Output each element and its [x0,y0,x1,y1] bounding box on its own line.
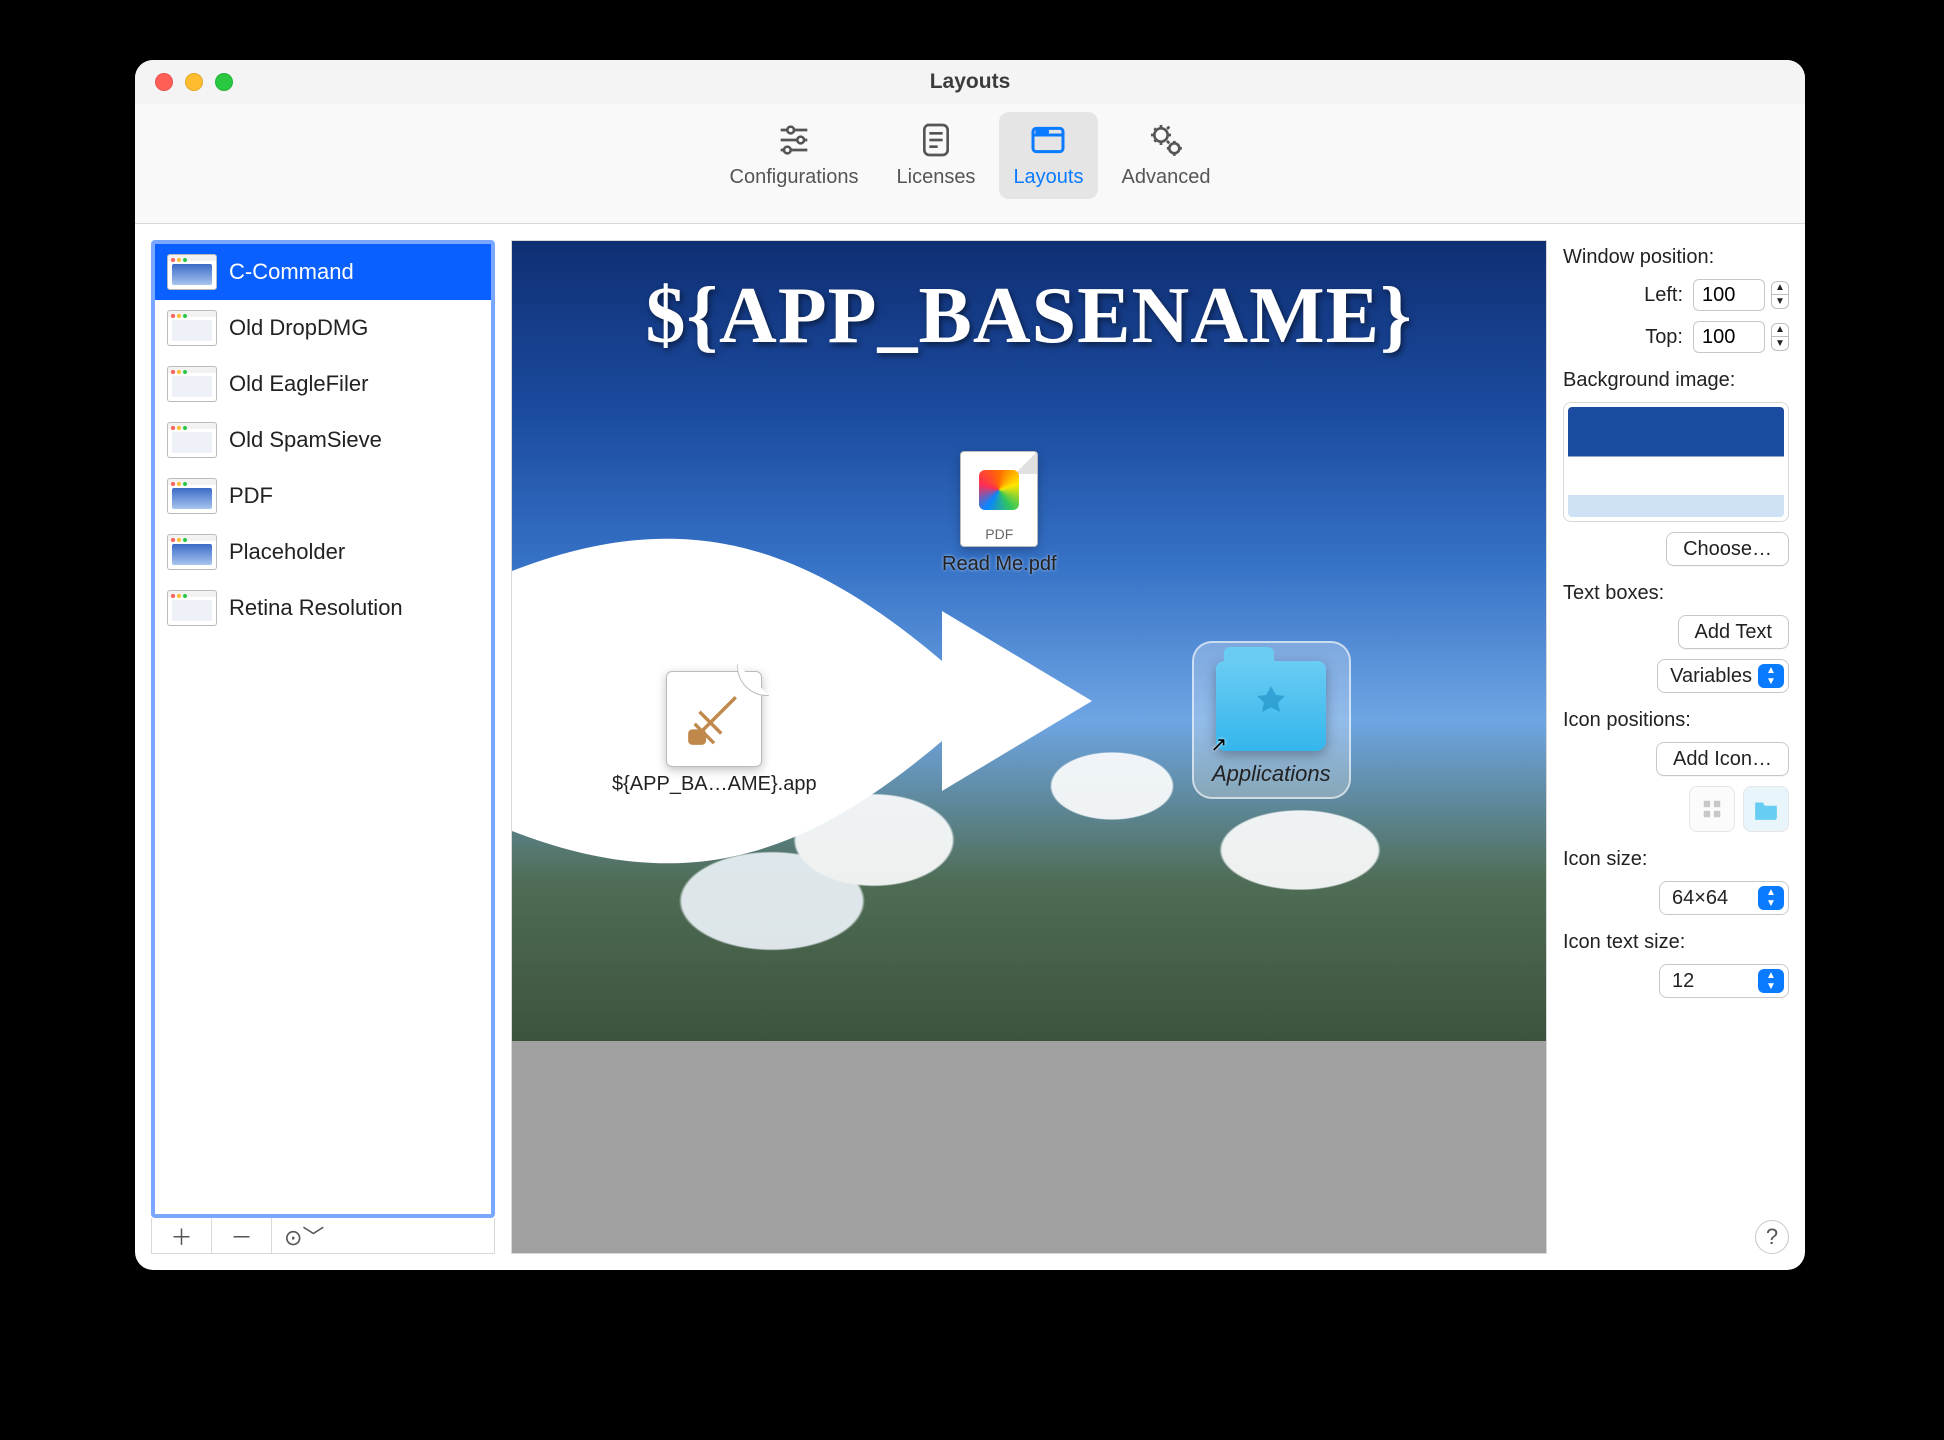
text-boxes-label: Text boxes: [1563,582,1789,605]
layout-item-c-command[interactable]: C-Command [155,244,491,300]
minus-icon: － [230,1220,252,1252]
layout-thumb-icon [167,422,217,458]
layout-item-label: Old SpamSieve [229,427,382,453]
tab-label: Licenses [897,166,976,189]
app-glyph-icon [666,671,762,767]
app-icon-item[interactable]: ${APP_BA…AME}.app [612,671,817,796]
layout-item-label: Placeholder [229,539,345,565]
layout-item-label: Old DropDMG [229,315,368,341]
background-image-well[interactable] [1563,402,1789,522]
chevron-updown-icon: ▲▼ [1758,664,1784,688]
content-area: C-Command Old DropDMG Old EagleFiler Old… [135,224,1805,1270]
inspector-panel: Window position: Left: ▲▼ Top: ▲▼ Backgr… [1563,240,1789,1254]
left-stepper[interactable]: ▲▼ [1771,281,1789,309]
window-title: Layouts [135,70,1805,94]
layout-item-old-spamsieve[interactable]: Old SpamSieve [155,412,491,468]
gears-icon [1144,118,1188,162]
action-menu-icon: ⊙﹀ [284,1220,324,1252]
document-scroll-icon [914,118,958,162]
layout-item-label: C-Command [229,259,354,285]
icon-slot-grid[interactable] [1689,786,1735,832]
layout-thumb-icon [167,310,217,346]
icon-text-size-label: Icon text size: [1563,931,1789,954]
icon-slot-folder[interactable] [1743,786,1789,832]
icon-size-label: Icon size: [1563,848,1789,871]
icon-slots [1563,786,1789,832]
preferences-window: Layouts Configurations Licenses [135,60,1805,1270]
layout-item-label: Retina Resolution [229,595,403,621]
layout-preview: ${APP_BASENAME} ${APP_BA…AME}.app PDF [511,240,1547,1254]
layout-item-label: Old EagleFiler [229,371,368,397]
sliders-icon [772,118,816,162]
variables-label: Variables [1670,665,1752,688]
add-text-button[interactable]: Add Text [1678,615,1789,649]
alias-arrow-icon: ↗ [1210,732,1227,757]
top-input[interactable] [1693,321,1765,353]
app-icon-label: ${APP_BA…AME}.app [612,773,817,796]
chevron-updown-icon: ▲▼ [1758,969,1784,993]
window-layout-icon [1026,118,1070,162]
add-layout-button[interactable]: ＋ [152,1218,212,1253]
layout-item-old-dropdmg[interactable]: Old DropDMG [155,300,491,356]
add-icon-button[interactable]: Add Icon… [1656,742,1789,776]
readme-icon-label: Read Me.pdf [942,553,1057,576]
left-label: Left: [1644,284,1683,307]
tab-label: Advanced [1122,166,1211,189]
canvas-padding [512,1041,1546,1253]
layouts-sidebar: C-Command Old DropDMG Old EagleFiler Old… [151,240,495,1254]
tab-licenses[interactable]: Licenses [883,112,990,199]
tab-layouts[interactable]: Layouts [999,112,1097,199]
layout-item-retina[interactable]: Retina Resolution [155,580,491,636]
preferences-toolbar: Configurations Licenses Layouts [135,104,1805,224]
layout-item-old-eaglefiler[interactable]: Old EagleFiler [155,356,491,412]
window-position-label: Window position: [1563,246,1789,269]
icon-text-size-value: 12 [1672,970,1694,993]
left-input[interactable] [1693,279,1765,311]
applications-icon-label: Applications [1212,761,1331,787]
icon-text-size-select[interactable]: 12 ▲▼ [1659,964,1789,998]
variables-popup[interactable]: Variables ▲▼ [1657,659,1789,693]
layout-thumb-icon [167,478,217,514]
layout-canvas[interactable]: ${APP_BASENAME} ${APP_BA…AME}.app PDF [512,241,1546,1041]
tab-label: Configurations [730,166,859,189]
chevron-updown-icon: ▲▼ [1758,886,1784,910]
choose-background-button[interactable]: Choose… [1666,532,1789,566]
pdf-badge: PDF [985,526,1013,542]
icon-positions-label: Icon positions: [1563,709,1789,732]
top-stepper[interactable]: ▲▼ [1771,323,1789,351]
icon-size-select[interactable]: 64×64 ▲▼ [1659,881,1789,915]
layout-actions-button[interactable]: ⊙﹀ [272,1218,494,1253]
layout-thumb-icon [167,254,217,290]
icon-size-value: 64×64 [1672,887,1728,910]
layouts-list[interactable]: C-Command Old DropDMG Old EagleFiler Old… [151,240,495,1218]
applications-folder-icon: ↗ [1216,661,1326,751]
pdf-glyph-icon: PDF [960,451,1038,547]
layout-thumb-icon [167,590,217,626]
layout-title-text[interactable]: ${APP_BASENAME} [512,271,1546,362]
plus-icon: ＋ [170,1220,192,1252]
tab-advanced[interactable]: Advanced [1108,112,1225,199]
background-image-label: Background image: [1563,369,1789,392]
tab-label: Layouts [1013,166,1083,189]
titlebar: Layouts [135,60,1805,104]
top-label: Top: [1645,326,1683,349]
layouts-list-toolbar: ＋ － ⊙﹀ [151,1218,495,1254]
help-button[interactable]: ? [1755,1220,1789,1254]
layout-thumb-icon [167,366,217,402]
readme-icon-item[interactable]: PDF Read Me.pdf [942,451,1057,576]
help-icon: ? [1766,1224,1778,1250]
layout-item-pdf[interactable]: PDF [155,468,491,524]
applications-icon-item[interactable]: ↗ Applications [1192,641,1351,799]
layout-item-placeholder[interactable]: Placeholder [155,524,491,580]
remove-layout-button[interactable]: － [212,1218,272,1253]
layout-item-label: PDF [229,483,273,509]
tab-configurations[interactable]: Configurations [716,112,873,199]
layout-thumb-icon [167,534,217,570]
